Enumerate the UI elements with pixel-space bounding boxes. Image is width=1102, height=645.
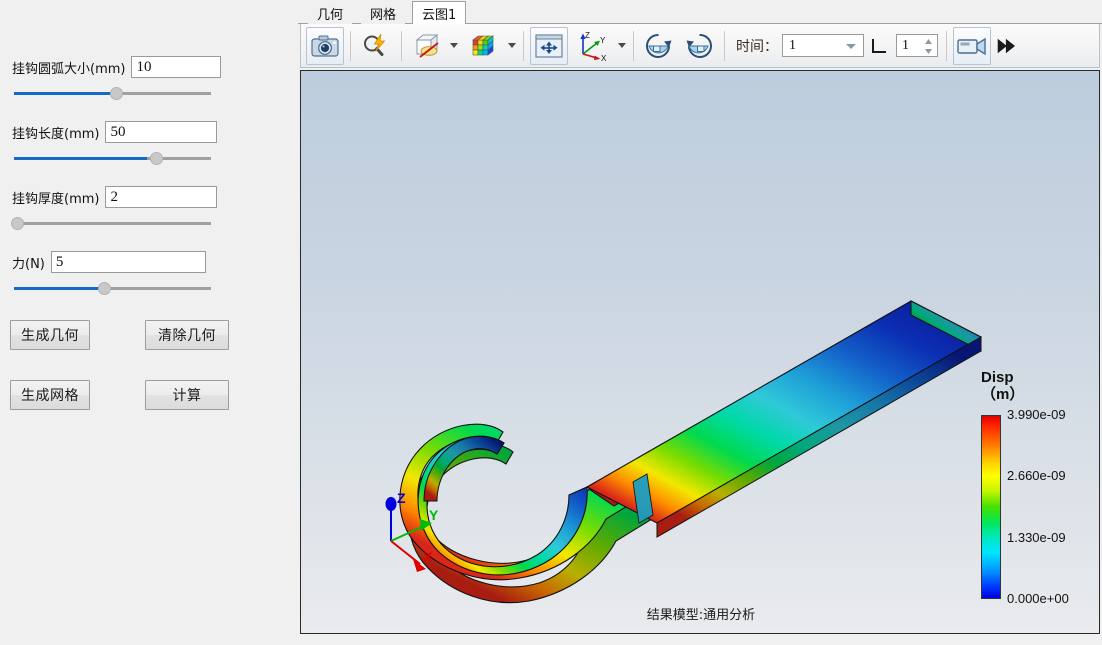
color-legend: Disp （m） 3.990e-09 2.660e-09 1.330e-09 0… [981, 369, 1085, 606]
legend-tick-1: 1.330e-09 [1007, 530, 1066, 545]
param-group-force: 力(N) [12, 251, 282, 297]
view-toolbar: Z Y X 时间： 1 1 [300, 24, 1100, 68]
compute-button[interactable]: 计算 [145, 380, 229, 410]
slider-knob[interactable] [11, 217, 24, 230]
axis-triad: Z Y X [373, 486, 445, 578]
legend-title-line1: Disp [981, 369, 1014, 386]
toolbar-separator [633, 30, 634, 61]
legend-gradient-bar [981, 415, 1001, 599]
zoom-fit-icon [364, 33, 386, 56]
time-select[interactable]: 1 [782, 34, 864, 57]
axis-triad-icon: Z Y X [385, 490, 439, 572]
param-group-length: 挂钩长度(mm) [12, 121, 282, 167]
svg-text:Z: Z [585, 31, 590, 40]
triad-label-y: Y [429, 507, 439, 523]
video-camera-icon [957, 37, 986, 55]
param-input-length[interactable] [105, 121, 218, 143]
next-frame-icon [997, 38, 1015, 53]
triad-label-z: Z [397, 490, 406, 506]
slider-track [14, 222, 211, 225]
param-label-length: 挂钩长度(mm) [12, 126, 100, 142]
toolbar-separator [350, 30, 351, 61]
toolbar-separator [523, 30, 524, 61]
param-group-thickness: 挂钩厚度(mm) [11, 186, 282, 232]
colormap-cube-icon [472, 34, 494, 56]
slider-knob[interactable] [110, 87, 123, 100]
application-window: 挂钩圆弧大小(mm) 挂钩长度(mm) 挂钩厚度(mm) [0, 0, 1102, 645]
rotate-counterclockwise-icon [686, 33, 712, 58]
colormap-cube-icon-button[interactable] [466, 27, 504, 65]
param-group-arc-size: 挂钩圆弧大小(mm) [12, 56, 282, 102]
slider-knob[interactable] [150, 152, 163, 165]
param-input-force[interactable] [50, 251, 206, 273]
video-camera-icon-button[interactable] [953, 26, 991, 65]
legend-tick-max: 3.990e-09 [1007, 407, 1066, 422]
colormap-dropdown[interactable] [505, 29, 518, 63]
rotate-counterclockwise-icon-button[interactable] [680, 27, 718, 65]
chevron-down-icon [449, 43, 458, 48]
result-model-status: 结果模型:通用分析 [646, 608, 756, 623]
3d-viewport[interactable]: Z Y X Disp （m） 3.990e-09 2.660e-09 1.330… [300, 70, 1100, 634]
spinner-arrows-icon [925, 39, 932, 54]
param-slider-thickness[interactable] [11, 214, 211, 232]
next-frame-icon-button[interactable] [994, 27, 1016, 65]
chevron-down-icon [507, 43, 516, 48]
time-corner-icon[interactable] [872, 38, 890, 53]
param-slider-force[interactable] [14, 279, 211, 297]
param-input-arc-size[interactable] [131, 56, 222, 78]
svg-text:Y: Y [600, 36, 606, 45]
param-label-arc-size: 挂钩圆弧大小(mm) [12, 61, 126, 77]
toolbar-separator [724, 30, 725, 61]
legend-bar-wrapper: 3.990e-09 2.660e-09 1.330e-09 0.000e+00 [981, 407, 1085, 606]
param-slider-length[interactable] [14, 149, 211, 167]
pan-icon [535, 33, 563, 58]
hide-surface-icon-button[interactable] [408, 27, 446, 65]
slider-knob[interactable] [98, 282, 111, 295]
legend-title-line2: （m） [981, 386, 1025, 403]
rotate-clockwise-icon-button[interactable] [640, 27, 678, 65]
clear-geometry-button[interactable]: 清除几何 [145, 320, 229, 350]
hide-surface-icon [415, 33, 439, 58]
axis-orientation-icon-button[interactable]: Z Y X [570, 27, 614, 65]
hide-surface-dropdown[interactable] [447, 29, 460, 63]
param-label-force: 力(N) [12, 256, 45, 272]
step-spinner[interactable]: 1 [896, 34, 938, 57]
rotate-clockwise-icon [646, 33, 672, 58]
generate-mesh-button[interactable]: 生成网格 [10, 380, 90, 410]
pan-icon-button[interactable] [530, 26, 568, 65]
chevron-down-icon [617, 43, 626, 48]
chevron-down-icon [846, 44, 856, 49]
time-label: 时间： [736, 38, 778, 55]
param-label-thickness: 挂钩厚度(mm) [12, 191, 100, 207]
parameter-panel: 挂钩圆弧大小(mm) 挂钩长度(mm) 挂钩厚度(mm) [0, 0, 298, 645]
zoom-fit-icon-button[interactable] [357, 27, 395, 65]
tab-geometry[interactable]: 几何 [308, 3, 353, 24]
slider-fill [14, 287, 104, 290]
workspace: 几何 网格 云图1 Z Y X 时间： 1 1 Z Y X Disp （m） 3… [298, 0, 1102, 645]
axis-orientation-icon: Z Y X [580, 31, 607, 62]
camera-icon [311, 35, 339, 57]
toolbar-separator [401, 30, 402, 61]
slider-fill [14, 157, 147, 160]
axis-orientation-dropdown[interactable] [615, 29, 628, 63]
toolbar-separator [946, 30, 947, 61]
tab-bar: 几何 网格 云图1 [298, 0, 1102, 24]
param-slider-arc-size[interactable] [14, 84, 211, 102]
legend-tick-2: 2.660e-09 [1007, 468, 1066, 483]
camera-icon-button[interactable] [306, 26, 344, 65]
tab-contour-1[interactable]: 云图1 [412, 1, 467, 24]
param-input-thickness[interactable] [105, 186, 218, 208]
svg-text:X: X [601, 54, 607, 62]
generate-geometry-button[interactable]: 生成几何 [10, 320, 90, 350]
triad-label-x: X [423, 549, 433, 565]
time-select-value: 1 [789, 37, 796, 53]
slider-fill [14, 92, 116, 95]
tab-mesh[interactable]: 网格 [361, 3, 406, 24]
step-spinner-value: 1 [902, 37, 909, 53]
